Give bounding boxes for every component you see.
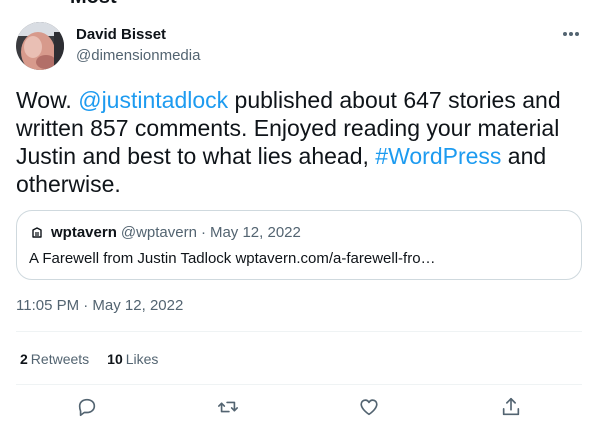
like-icon <box>360 399 378 416</box>
quoted-author-name: wptavern <box>51 224 117 241</box>
share-button[interactable] <box>500 396 522 418</box>
reply-button[interactable] <box>76 396 98 418</box>
quoted-tweet-card[interactable]: wptavern @wptavern · May 12, 2022 A Fare… <box>16 210 582 280</box>
retweets-label: Retweets <box>30 351 90 367</box>
tweet-actions <box>16 396 582 422</box>
quoted-tweet-body: A Farewell from Justin Tadlock wptavern.… <box>29 250 436 267</box>
retweet-icon <box>218 401 238 413</box>
more-dot-icon <box>563 32 567 36</box>
tweet-author: David Bisset @dimensionmedia <box>76 26 200 66</box>
hashtag-link[interactable]: #WordPress <box>375 143 501 169</box>
tweet-text: Wow. @justintadlock published about 647 … <box>16 86 582 198</box>
mention-link[interactable]: @justintadlock <box>78 87 228 113</box>
share-icon <box>502 397 520 416</box>
retweets-count: 2 <box>20 351 28 367</box>
quoted-author-handle: @wptavern <box>120 224 197 241</box>
tweet-timestamp[interactable]: 11:05 PM · May 12, 2022 <box>16 296 183 316</box>
divider <box>16 331 582 332</box>
reply-icon <box>78 398 96 417</box>
page-heading-fragment: Most <box>70 0 117 9</box>
author-handle[interactable]: @dimensionmedia <box>76 46 200 66</box>
like-button[interactable] <box>358 396 380 418</box>
tweet-text-segment: Wow. <box>16 87 79 113</box>
divider <box>16 384 582 385</box>
quoted-date: May 12, 2022 <box>209 224 301 241</box>
likes-stat[interactable]: 10 Likes <box>107 349 158 369</box>
likes-label: Likes <box>125 351 159 367</box>
avatar[interactable] <box>16 22 64 70</box>
retweets-stat[interactable]: 2 Retweets <box>20 349 89 369</box>
likes-count: 10 <box>107 351 123 367</box>
more-dot-icon <box>569 32 573 36</box>
retweet-button[interactable] <box>217 396 239 418</box>
avatar-photo <box>16 22 64 70</box>
quoted-author-avatar-icon <box>29 225 45 241</box>
engagement-stats: 2 Retweets 10 Likes <box>20 349 158 369</box>
more-dot-icon <box>575 32 579 36</box>
quoted-separator: · <box>200 224 206 241</box>
author-display-name[interactable]: David Bisset <box>76 26 200 44</box>
quoted-tweet-header: wptavern @wptavern · May 12, 2022 <box>29 223 569 243</box>
more-options-button[interactable] <box>560 24 582 44</box>
